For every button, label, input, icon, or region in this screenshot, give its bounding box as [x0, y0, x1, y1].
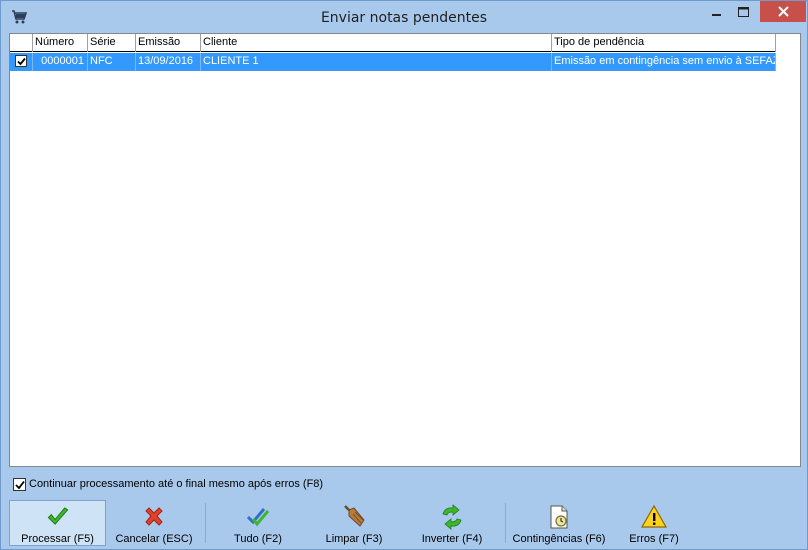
- header-cliente[interactable]: Cliente: [201, 34, 552, 52]
- close-icon: [777, 6, 789, 17]
- swap-arrows-icon: [442, 504, 462, 530]
- cell-cliente: CLIENTE 1: [201, 53, 552, 71]
- window-title: Enviar notas pendentes: [320, 10, 488, 26]
- document-clock-icon: [550, 505, 568, 529]
- checkmark-icon: [17, 57, 26, 66]
- minimize-button[interactable]: [704, 1, 730, 22]
- maximize-button[interactable]: [730, 1, 757, 22]
- close-button[interactable]: [760, 1, 806, 22]
- cancelar-label: Cancelar (ESC): [115, 533, 193, 545]
- row-check-cell[interactable]: [10, 53, 33, 71]
- double-check-icon: [246, 508, 270, 527]
- cell-numero: 0000001: [33, 53, 88, 71]
- header-numero[interactable]: Número: [33, 34, 88, 52]
- red-x-icon: [145, 507, 163, 526]
- processar-button[interactable]: Processar (F5): [9, 500, 106, 546]
- header-emissao[interactable]: Emissão: [136, 34, 201, 52]
- contingencias-label: Contingências (F6): [512, 533, 606, 545]
- header-check[interactable]: [10, 34, 33, 52]
- table-row[interactable]: 0000001 NFC 13/09/2016 CLIENTE 1 Emissão…: [10, 53, 776, 71]
- erros-label: Erros (F7): [629, 533, 679, 545]
- tudo-label: Tudo (F2): [234, 533, 282, 545]
- inverter-label: Inverter (F4): [421, 533, 483, 545]
- erros-button[interactable]: Erros (F7): [619, 500, 689, 546]
- processar-label: Processar (F5): [21, 533, 94, 545]
- broom-icon: [344, 505, 365, 527]
- warning-icon: [641, 504, 667, 528]
- cell-tipo-pendencia: Emissão em contingência sem envio à SEFA…: [552, 53, 776, 71]
- continue-option[interactable]: Continuar processamento até o final mesm…: [13, 477, 323, 491]
- toolbar-separator: [205, 503, 206, 543]
- tudo-button[interactable]: Tudo (F2): [219, 500, 297, 546]
- maximize-icon: [738, 6, 749, 17]
- header-serie[interactable]: Série: [88, 34, 136, 52]
- toolbar-separator: [505, 503, 506, 543]
- cell-emissao: 13/09/2016: [136, 53, 201, 71]
- action-toolbar: Processar (F5) Cancelar (ESC) Tudo (F2) …: [9, 498, 801, 548]
- header-tipo-pendencia[interactable]: Tipo de pendência: [552, 34, 776, 52]
- title-bar[interactable]: Enviar notas pendentes: [1, 1, 807, 33]
- continue-checkbox[interactable]: [13, 477, 26, 491]
- inverter-button[interactable]: Inverter (F4): [409, 500, 495, 546]
- continue-label: Continuar processamento até o final mesm…: [29, 478, 324, 490]
- checkmark-icon: [15, 480, 25, 489]
- contingencias-button[interactable]: Contingências (F6): [509, 500, 609, 546]
- green-check-icon: [47, 507, 68, 525]
- cancelar-button[interactable]: Cancelar (ESC): [109, 500, 199, 546]
- dialog-window: Enviar notas pendentes Número Série Emis…: [0, 0, 808, 550]
- row-checkbox[interactable]: [15, 55, 27, 67]
- grid-header: Número Série Emissão Cliente Tipo de pen…: [10, 34, 776, 52]
- pending-notes-grid[interactable]: Número Série Emissão Cliente Tipo de pen…: [9, 33, 801, 467]
- limpar-button[interactable]: Limpar (F3): [314, 500, 394, 546]
- cell-serie: NFC: [88, 53, 136, 71]
- minimize-icon: [712, 13, 721, 16]
- limpar-label: Limpar (F3): [325, 533, 383, 545]
